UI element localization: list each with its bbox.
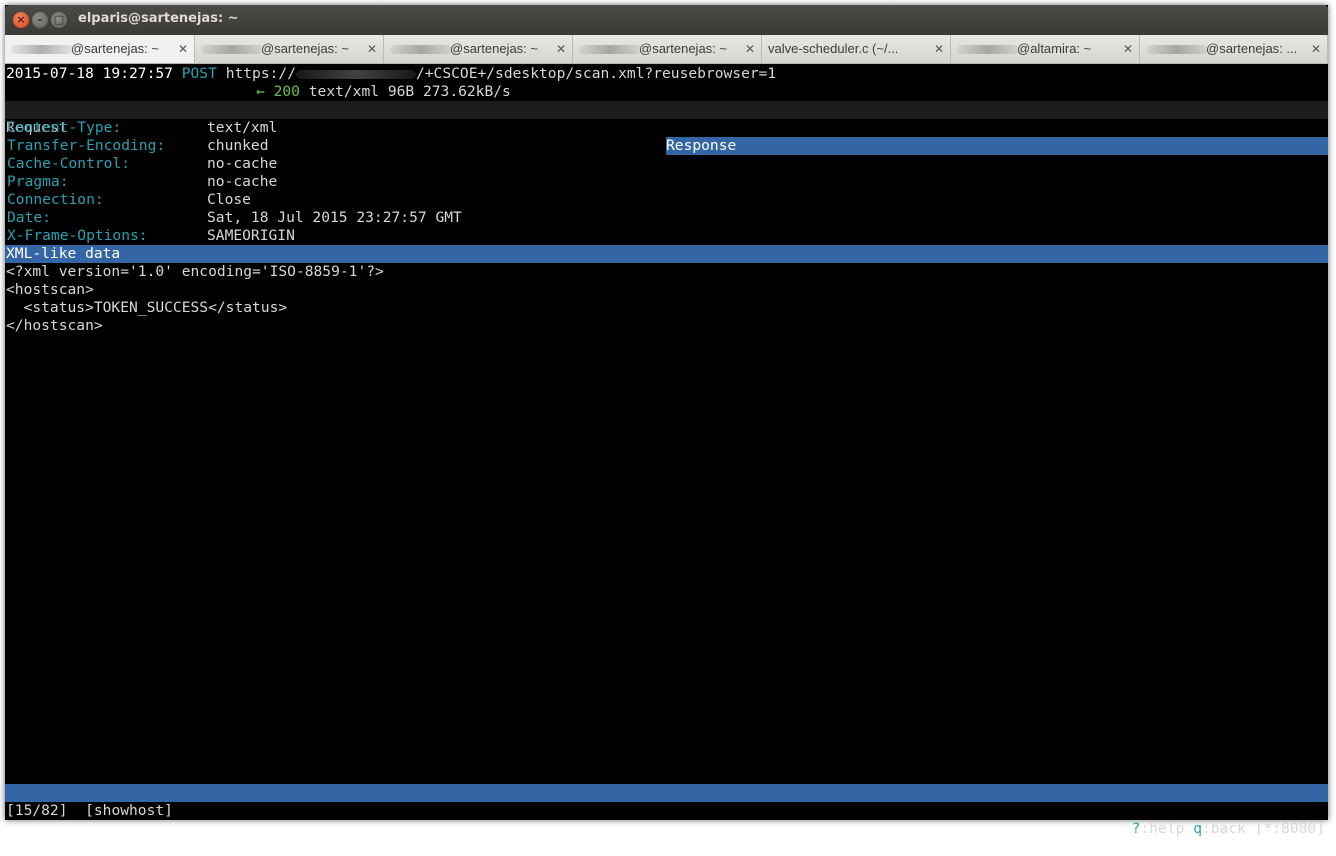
- header-value: Sat, 18 Jul 2015 23:27:57 GMT: [207, 209, 462, 226]
- redacted-host: [11, 45, 73, 55]
- back-label: :back: [1201, 820, 1255, 837]
- tab-label: @sartenejas: ~: [71, 41, 159, 56]
- body-line: <hostscan>: [6, 281, 94, 298]
- header-row: Cache-Control: no-cache: [6, 155, 1306, 173]
- window-title: elparis@sartenejas: ~: [78, 11, 239, 26]
- back-key[interactable]: q: [1193, 820, 1202, 837]
- tab-altamira[interactable]: @altamira: ~ ✕: [951, 35, 1140, 63]
- response-arrow-icon: ←: [256, 83, 265, 100]
- redacted-host: [390, 45, 452, 55]
- tab-sartenejas-2[interactable]: @sartenejas: ~ ✕: [195, 35, 384, 63]
- status-left: [15/82] [showhost]: [6, 802, 173, 820]
- help-label: :help: [1140, 820, 1194, 837]
- tab-sartenejas-4[interactable]: @sartenejas: ~ ✕: [573, 35, 762, 63]
- header-value: text/xml: [207, 119, 278, 136]
- tab-label: @sartenejas: ...: [1206, 41, 1298, 56]
- redacted-host: [957, 45, 1019, 55]
- body-line: <status>TOKEN_SUCCESS</status>: [6, 299, 288, 316]
- header-key: Transfer-Encoding:: [7, 137, 166, 154]
- tab-close-icon[interactable]: ✕: [1311, 35, 1321, 63]
- tab-close-icon[interactable]: ✕: [745, 35, 755, 63]
- tab-close-icon[interactable]: ✕: [934, 35, 944, 63]
- flow-response-line: ← 200 text/xml 96B 273.62kB/s: [256, 83, 511, 101]
- tab-request-bar: Request Response: [5, 101, 1328, 155]
- tab-label: @sartenejas: ~: [450, 41, 538, 56]
- tab-label: @sartenejas: ~: [261, 41, 349, 56]
- header-row: Connection: Close: [6, 191, 1306, 209]
- status-bar: [15/82] [showhost] ?:help q:back [*:8080…: [5, 784, 1328, 837]
- header-row: Content-Type: text/xml: [6, 119, 1306, 137]
- header-row: Transfer-Encoding: chunked: [6, 137, 1306, 155]
- tab-label: @altamira: ~: [1017, 41, 1092, 56]
- tab-close-icon[interactable]: ✕: [1123, 35, 1133, 63]
- tab-sartenejas-5[interactable]: @sartenejas: ... ✕: [1140, 35, 1328, 63]
- flow-url-suffix: /+CSCOE+/sdesktop/scan.xml?reusebrowser=…: [415, 65, 777, 82]
- tab-close-icon[interactable]: ✕: [178, 35, 188, 63]
- flow-request-line: 2015-07-18 19:27:57 POST https:// /+CSCOE…: [6, 65, 776, 83]
- header-row: Date: Sat, 18 Jul 2015 23:27:57 GMT: [6, 209, 1306, 227]
- header-value: SAMEORIGIN: [207, 227, 295, 244]
- header-value: no-cache: [207, 155, 278, 172]
- tab-label: @sartenejas: ~: [639, 41, 727, 56]
- header-key: Date:: [7, 209, 51, 226]
- header-row: Pragma: no-cache: [6, 173, 1306, 191]
- header-key: X-Frame-Options:: [7, 227, 148, 244]
- status-code: 200: [273, 83, 300, 100]
- tab-bar: @sartenejas: ~ ✕ @sartenejas: ~ ✕ @sarte…: [5, 35, 1328, 64]
- redacted-host: [579, 45, 641, 55]
- flow-url-prefix: https://: [225, 65, 296, 82]
- redacted-host: [201, 45, 263, 55]
- tab-close-icon[interactable]: ✕: [556, 35, 566, 63]
- tab-sartenejas-3[interactable]: @sartenejas: ~ ✕: [384, 35, 573, 63]
- header-value: no-cache: [207, 173, 278, 190]
- tab-close-icon[interactable]: ✕: [367, 35, 377, 63]
- body-view-mode-bar[interactable]: XML-like data: [5, 245, 1328, 263]
- listen-address: [*:8080]: [1254, 820, 1325, 837]
- flow-position: [15/82]: [6, 802, 68, 819]
- header-key: Connection:: [7, 191, 104, 208]
- body-line: <?xml version='1.0' encoding='ISO-8859-1…: [6, 263, 384, 280]
- maximize-window-icon[interactable]: □: [51, 12, 67, 28]
- redacted-host: [1146, 45, 1208, 55]
- flow-timestamp: 2015-07-18 19:27:57: [6, 65, 173, 82]
- response-info: text/xml 96B 273.62kB/s: [308, 83, 511, 100]
- tab-sartenejas-1[interactable]: @sartenejas: ~ ✕: [5, 35, 195, 63]
- close-window-icon[interactable]: ×: [13, 12, 29, 28]
- flow-method: POST: [181, 65, 217, 82]
- terminal-content[interactable]: 2015-07-18 19:27:57 POST https:// /+CSCOE…: [5, 64, 1328, 837]
- body-view-mode: XML-like data: [6, 245, 121, 262]
- header-value: chunked: [207, 137, 269, 154]
- header-value: Close: [207, 191, 251, 208]
- header-key: Cache-Control:: [7, 155, 131, 172]
- status-right: ?:help q:back [*:8080]: [1132, 820, 1325, 838]
- header-row: X-Frame-Options: SAMEORIGIN: [6, 227, 1306, 245]
- status-flags: [showhost]: [85, 802, 173, 819]
- body-line: </hostscan>: [6, 317, 103, 334]
- redacted-host: [295, 69, 416, 79]
- tab-valve-scheduler[interactable]: valve-scheduler.c (~/... ✕: [762, 35, 951, 63]
- header-key: Pragma:: [7, 173, 69, 190]
- terminal-window: × – □ elparis@sartenejas: ~ @sartenejas:…: [5, 5, 1328, 837]
- title-bar[interactable]: × – □ elparis@sartenejas: ~: [5, 5, 1328, 35]
- tab-label: valve-scheduler.c (~/...: [768, 41, 899, 56]
- minimize-window-icon[interactable]: –: [32, 12, 48, 28]
- header-key: Content-Type:: [7, 119, 122, 136]
